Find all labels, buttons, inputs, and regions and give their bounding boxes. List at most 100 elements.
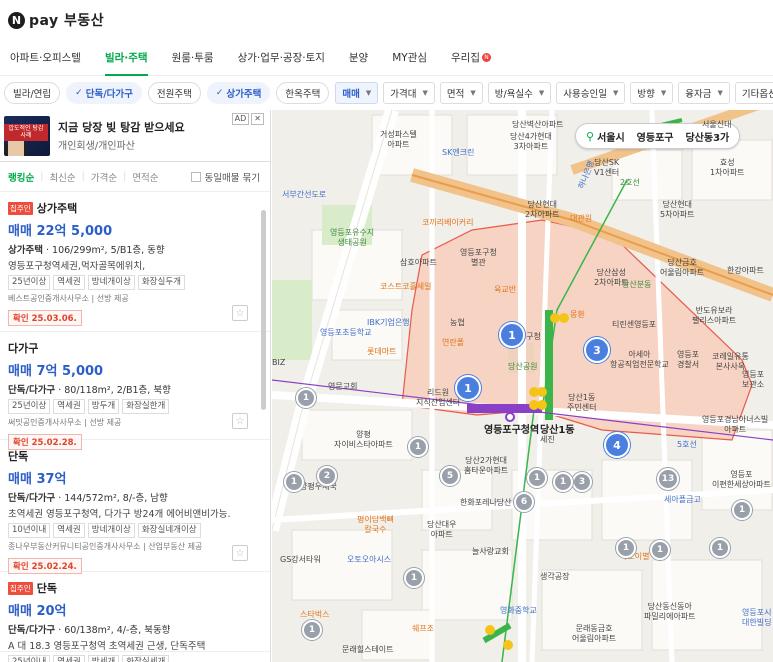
filter-chip-0[interactable]: 빌라/연립	[4, 82, 61, 104]
map-place-label[interactable]: IBK기업은행	[367, 318, 410, 328]
listing-cluster-marker[interactable]: 1	[408, 437, 428, 457]
tab-0[interactable]: 아파트·오피스텔	[10, 40, 81, 76]
listing-cluster-marker[interactable]: 1	[284, 472, 304, 492]
tab-3[interactable]: 상가·업무·공장·토지	[238, 40, 325, 76]
filter-dropdown-4[interactable]: 사용승인일 ▼	[556, 82, 626, 104]
map-place-label[interactable]: 당산벽산아파트	[512, 120, 564, 130]
map-place-label[interactable]: 영등포유수지 생태공원	[330, 228, 374, 248]
listing-cluster-marker[interactable]: 1	[499, 322, 525, 348]
listing-cluster-marker[interactable]: 1	[527, 468, 547, 488]
favorite-star-icon[interactable]: ☆	[232, 305, 248, 321]
listing-item[interactable]: 집주인 단독 매매 20억 단독/다가구 · 60/138m², 4/-층, 북동향 A…	[0, 572, 270, 662]
listing-agency[interactable]: 써밋공인중개사사무소 | 선방 제공	[8, 417, 262, 428]
map-place-label[interactable]: 몽환	[570, 310, 585, 320]
station-marker[interactable]	[505, 412, 515, 422]
map-place-label[interactable]: 롯데마트	[367, 347, 396, 357]
map-place-label[interactable]: 육교반	[494, 285, 516, 295]
location-district[interactable]: 영등포구	[637, 129, 674, 144]
map-place-label[interactable]: 5호선	[677, 440, 697, 450]
map-place-label[interactable]: 영등포 보관소	[742, 370, 764, 390]
map-place-label[interactable]: 한강아파트	[727, 266, 764, 276]
location-city[interactable]: 서울시	[597, 129, 625, 144]
listing-cluster-marker[interactable]: 5	[440, 466, 460, 486]
location-dong[interactable]: 당산동3가	[685, 129, 729, 144]
favorite-star-icon[interactable]: ☆	[232, 545, 248, 561]
map-place-label[interactable]: 거성파스텔 아파트	[380, 130, 417, 150]
filter-dropdown-2[interactable]: 면적 ▼	[439, 82, 483, 104]
listing-cluster-marker[interactable]: 1	[732, 500, 752, 520]
map-place-label[interactable]: 세진	[540, 435, 555, 445]
listing-cluster-marker[interactable]: 1	[404, 568, 424, 588]
map-place-label[interactable]: 당산공원	[508, 362, 537, 372]
map-place-label[interactable]: 코끼리베이커리	[422, 218, 474, 228]
map-place-label[interactable]: 늘사랑교회	[472, 547, 509, 557]
listing-cluster-marker[interactable]: 1	[296, 388, 316, 408]
filter-dropdown-1[interactable]: 가격대 ▼	[383, 82, 435, 104]
tab-2[interactable]: 원룸·투룸	[172, 40, 214, 76]
tab-4[interactable]: 분양	[349, 40, 368, 76]
filter-chip-1[interactable]: ✓ 단독/다가구	[66, 82, 142, 104]
map-place-label[interactable]: 평이담백뼈 칼국수	[357, 515, 394, 535]
map-place-label[interactable]: 당산4가현대 3차아파트	[510, 132, 552, 152]
map-place-label[interactable]: 아세아 항공직업전문학교	[610, 350, 669, 370]
listing-cluster-marker[interactable]: 1	[650, 540, 670, 560]
filter-dropdown-6[interactable]: 융자금 ▼	[678, 82, 730, 104]
map-place-label[interactable]: 오토오아시스	[347, 555, 391, 565]
favorite-star-icon[interactable]: ☆	[232, 413, 248, 429]
listing-item[interactable]: 집주인 상가주택 매매 22억 5,000 상가주택 · 106/299m², 5/B…	[0, 192, 270, 332]
listing-cluster-marker[interactable]: 13	[657, 468, 679, 490]
sort-option-0[interactable]: 랭킹순	[8, 170, 34, 184]
tab-5[interactable]: MY관심	[392, 40, 427, 76]
listing-agency[interactable]: 베스트공인중개사사무소 | 선방 제공	[8, 293, 262, 304]
tab-1[interactable]: 빌라·주택	[104, 40, 148, 76]
map-place-label[interactable]: 문래동금호 어울림아파트	[572, 624, 616, 644]
map-place-label[interactable]: 영등포경남아너스빌 아파트	[702, 415, 768, 435]
map-place-label[interactable]: 삼호아파트	[400, 258, 437, 268]
ad-close-icon[interactable]: ✕	[251, 113, 264, 125]
map-place-label[interactable]: 당산2가현대 홈타운아파트	[464, 456, 508, 476]
map-place-label[interactable]: 당산금호 어울림아파트	[660, 258, 704, 278]
sort-option-2[interactable]: 가격순	[91, 170, 117, 184]
map-place-label[interactable]: 당산분동	[622, 280, 651, 290]
filter-dropdown-5[interactable]: 방향 ▼	[630, 82, 674, 104]
sort-option-3[interactable]: 면적순	[132, 170, 158, 184]
listing-cluster-marker[interactable]: 1	[710, 538, 730, 558]
naver-logo-icon[interactable]: N	[8, 11, 25, 29]
map-place-label[interactable]: 영문교회	[328, 382, 357, 392]
listing-cluster-marker[interactable]: 1	[553, 472, 573, 492]
map-place-label[interactable]: 영등포 경찰서	[677, 350, 699, 370]
listing-cluster-marker[interactable]: 1	[616, 538, 636, 558]
listing-agency[interactable]: 종나우부동산커뮤니티공인중개사사무소 | 산업부동산 제공	[8, 541, 262, 552]
listing-cluster-marker[interactable]: 1	[455, 375, 481, 401]
map-area-label[interactable]: 영등포구청역	[484, 426, 539, 436]
map-place-label[interactable]: 당산현대 2차아파트	[525, 200, 560, 220]
filter-dropdown-0[interactable]: 매매 ▼	[335, 82, 379, 104]
map-place-label[interactable]: SK엔크린	[442, 148, 474, 158]
listing-cluster-marker[interactable]: 3	[584, 337, 610, 363]
listing-cluster-marker[interactable]: 6	[514, 492, 534, 512]
same-listing-toggle[interactable]: 동일매물 묶기	[190, 170, 260, 184]
ad-banner[interactable]: 압도적인 탕감사례 지금 당장 빚 탕감 받으세요 개인회생/개인파산 AD ✕	[0, 110, 270, 162]
listing-item[interactable]: 다가구 매매 7억 5,000 단독/다가구 · 80/118m², 2/B1층, …	[0, 332, 270, 450]
map-place-label[interactable]: GS강서타워	[280, 555, 321, 565]
map-place-label[interactable]: 스타벅스	[300, 610, 329, 620]
map-area-label[interactable]: 당산1동	[540, 426, 575, 436]
map-place-label[interactable]: 영등포시 대한빌딩	[742, 608, 771, 628]
listing-cluster-marker[interactable]: 4	[604, 432, 630, 458]
map-place-label[interactable]: 서부간선도로	[282, 190, 326, 200]
listing-cluster-marker[interactable]: 3	[572, 472, 592, 492]
map-place-label[interactable]: 코레일유통 본사사옥	[712, 352, 749, 372]
filter-chip-2[interactable]: 전원주택	[147, 82, 201, 104]
map-place-label[interactable]: 서울신대	[702, 120, 731, 130]
tab-6[interactable]: 우리집 N	[451, 40, 491, 76]
filter-dropdown-7[interactable]: 기타옵션▼	[734, 82, 773, 104]
filter-chip-3[interactable]: ✓ 상가주택	[206, 82, 271, 104]
filter-chip-4[interactable]: 한옥주택	[276, 82, 330, 104]
map-place-label[interactable]: 영등포 이편한세상아파트	[712, 470, 771, 490]
map-place-label[interactable]: 당산1동 주민센터	[567, 393, 596, 413]
listing-cluster-marker[interactable]: 2	[317, 466, 337, 486]
map-place-label[interactable]: 농협	[450, 318, 465, 328]
listing-cluster-marker[interactable]: 1	[302, 620, 322, 640]
map-place-label[interactable]: 당산동신동아 파밀리에아파트	[644, 602, 696, 622]
listing-item[interactable]: 단독 매매 37억 단독/다가구 · 144/572m², 8/-층, 남향 초역세권…	[0, 440, 270, 574]
